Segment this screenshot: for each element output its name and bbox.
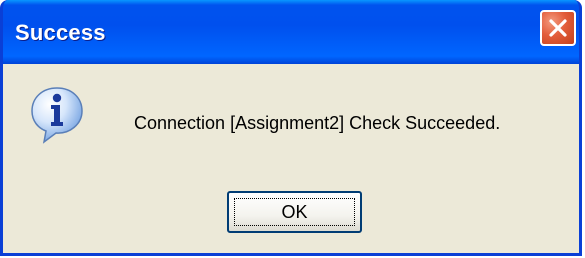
title-bar[interactable]: Success	[3, 0, 579, 64]
dialog-message: Connection [Assignment2] Check Succeeded…	[134, 113, 501, 133]
ok-button-label: OK	[281, 202, 308, 222]
ok-button[interactable]: OK	[227, 191, 362, 233]
dialog-body: Connection [Assignment2] Check Succeeded…	[3, 64, 579, 253]
window-title: Success	[15, 20, 106, 45]
info-icon	[31, 87, 83, 144]
close-button[interactable]	[540, 10, 576, 46]
success-dialog: Success Connection [Assignment2] Check S…	[0, 0, 582, 256]
close-icon	[549, 19, 567, 37]
